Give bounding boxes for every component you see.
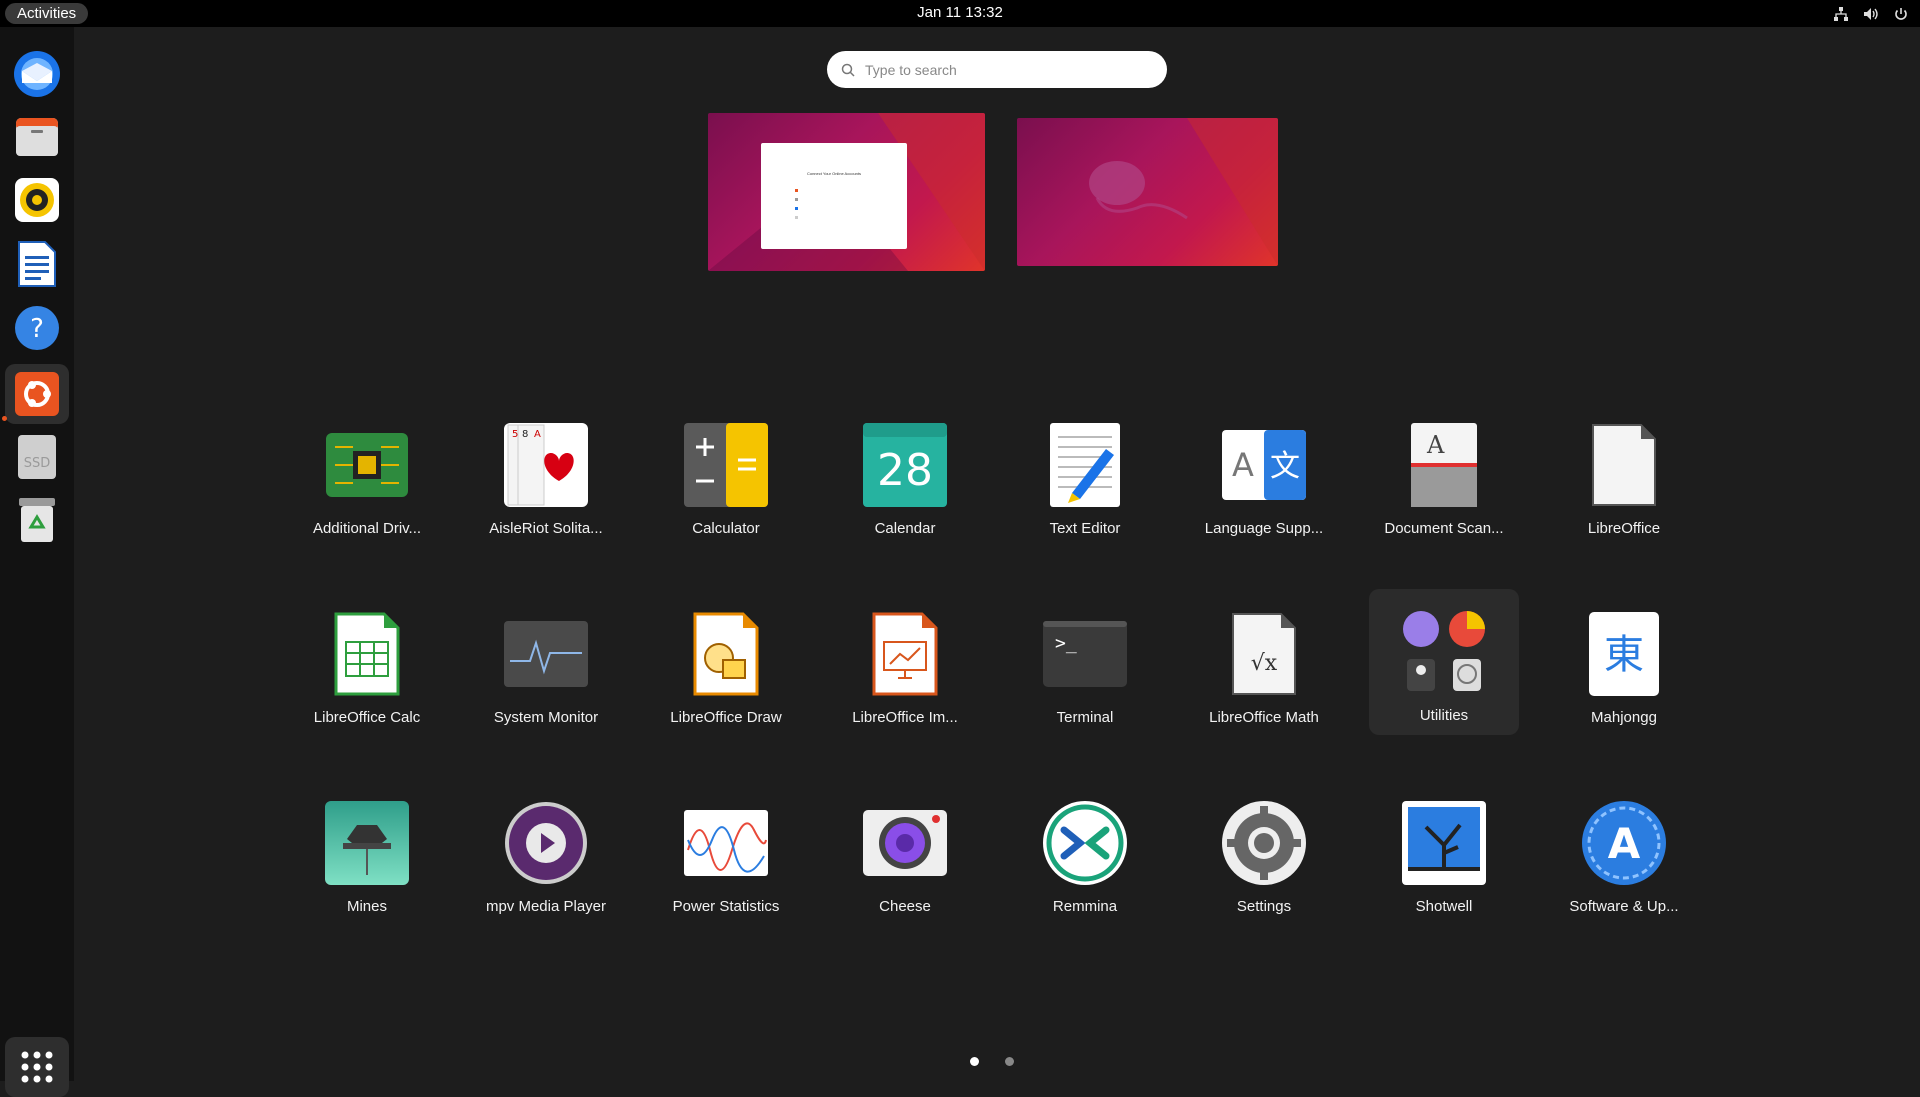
app-libreoffice-draw[interactable]: LibreOffice Draw [651, 599, 801, 739]
page-dot-1[interactable] [970, 1057, 979, 1066]
svg-text:文: 文 [1270, 449, 1300, 484]
svg-text:SSD: SSD [24, 456, 51, 471]
mahjongg-icon: 東 [1589, 612, 1659, 696]
app-calendar[interactable]: 28 Calendar [830, 410, 980, 550]
dock: ? SSD [0, 27, 74, 1097]
calc-icon [334, 612, 400, 696]
cards-icon: 58A [504, 423, 588, 507]
svg-text:A: A [534, 429, 541, 440]
app-cheese[interactable]: Cheese [830, 788, 980, 928]
app-power-statistics[interactable]: Power Statistics [651, 788, 801, 928]
remmina-icon [1043, 801, 1127, 885]
svg-text:28: 28 [877, 445, 933, 496]
dock-ubuntu-software[interactable] [5, 364, 69, 424]
app-calculator[interactable]: Calculator [651, 410, 801, 550]
mines-icon [325, 801, 409, 885]
cheese-icon [863, 810, 947, 876]
calendar-icon: 28 [863, 423, 947, 507]
app-libreoffice-math[interactable]: √x LibreOffice Math [1189, 599, 1339, 739]
app-language-support[interactable]: A文 Language Supp... [1189, 410, 1339, 550]
chip-icon [326, 433, 408, 497]
app-mines[interactable]: Mines [292, 788, 442, 928]
app-document-scanner[interactable]: A Document Scan... [1369, 410, 1519, 550]
dock-help[interactable]: ? [5, 298, 69, 358]
app-text-editor[interactable]: Text Editor [1010, 410, 1160, 550]
libreoffice-icon [1592, 424, 1656, 506]
svg-text:A: A [1232, 446, 1254, 484]
svg-text:東: 東 [1604, 632, 1644, 678]
app-shotwell[interactable]: Shotwell [1369, 788, 1519, 928]
calculator-icon [684, 423, 768, 507]
terminal-icon: >_ [1043, 621, 1127, 687]
shotwell-icon [1402, 801, 1486, 885]
dock-files[interactable] [5, 107, 69, 167]
show-apps-button[interactable] [5, 1037, 69, 1097]
app-terminal[interactable]: >_ Terminal [1010, 599, 1160, 739]
dock-thunderbird[interactable] [5, 44, 69, 104]
running-indicator [2, 416, 7, 421]
dock-rhythmbox[interactable] [5, 170, 69, 230]
app-settings[interactable]: Settings [1189, 788, 1339, 928]
app-software-updates[interactable]: A Software & Up... [1549, 788, 1699, 928]
text-editor-icon [1050, 423, 1120, 507]
app-additional-drivers[interactable]: Additional Driv... [292, 410, 442, 550]
app-system-monitor[interactable]: System Monitor [471, 599, 621, 739]
writer-icon [18, 241, 56, 287]
app-mahjongg[interactable]: 東 Mahjongg [1549, 599, 1699, 739]
system-tray[interactable] [1832, 4, 1910, 23]
math-icon: √x [1232, 613, 1296, 695]
activities-button[interactable]: Activities [5, 3, 89, 24]
trash-icon [19, 498, 55, 542]
volume-icon[interactable] [1862, 5, 1880, 23]
app-libreoffice[interactable]: LibreOffice [1549, 410, 1699, 550]
power-icon[interactable] [1892, 5, 1910, 23]
search-input[interactable] [863, 60, 1147, 79]
help-icon: ? [15, 306, 59, 350]
utilities-folder-icon [1403, 611, 1485, 691]
draw-icon [693, 612, 759, 696]
network-icon[interactable] [1832, 5, 1850, 23]
scanner-icon: A [1411, 423, 1477, 507]
svg-text:5: 5 [512, 429, 518, 440]
dock-libreoffice-writer[interactable] [5, 234, 69, 294]
workspace-thumbnail-1[interactable]: Connect Your Online Accounts [708, 113, 985, 271]
svg-text:?: ? [30, 314, 44, 344]
software-updates-icon: A [1582, 801, 1666, 885]
app-remmina[interactable]: Remmina [1010, 788, 1160, 928]
top-bar: Activities Jan 11 13:32 [0, 0, 1920, 27]
svg-text:>_: >_ [1055, 633, 1077, 654]
svg-text:√x: √x [1251, 651, 1278, 676]
page-dot-2[interactable] [1005, 1057, 1014, 1066]
app-aisleriot[interactable]: 58A AisleRiot Solita... [471, 410, 621, 550]
search-icon [841, 63, 855, 77]
dock-trash[interactable] [5, 490, 69, 550]
workspace-thumbnail-2[interactable] [1017, 118, 1278, 266]
language-icon: A文 [1222, 430, 1306, 500]
app-utilities-folder[interactable]: Utilities [1369, 589, 1519, 735]
svg-text:A: A [1608, 819, 1641, 868]
drive-icon: SSD [18, 435, 56, 479]
app-mpv[interactable]: mpv Media Player [471, 788, 621, 928]
page-indicator [970, 1057, 1014, 1066]
rhythmbox-icon [15, 178, 59, 222]
thunderbird-icon [14, 51, 60, 97]
app-libreoffice-impress[interactable]: LibreOffice Im... [830, 599, 980, 739]
svg-text:8: 8 [522, 429, 528, 440]
settings-gear-icon [1222, 801, 1306, 885]
ubuntu-icon [15, 372, 59, 416]
power-statistics-icon [684, 810, 768, 876]
impress-icon [872, 612, 938, 696]
dock-ssd-drive[interactable]: SSD [5, 427, 69, 487]
search-bar[interactable] [827, 51, 1167, 88]
svg-text:A: A [1426, 431, 1445, 459]
show-apps-grid-icon [21, 1051, 53, 1083]
files-icon [16, 118, 58, 156]
system-monitor-icon [504, 621, 588, 687]
app-libreoffice-calc[interactable]: LibreOffice Calc [292, 599, 442, 739]
clock[interactable]: Jan 11 13:32 [917, 4, 1003, 21]
window-preview[interactable]: Connect Your Online Accounts [761, 143, 907, 249]
window-preview-title: Connect Your Online Accounts [806, 171, 862, 176]
mpv-icon [505, 802, 587, 884]
